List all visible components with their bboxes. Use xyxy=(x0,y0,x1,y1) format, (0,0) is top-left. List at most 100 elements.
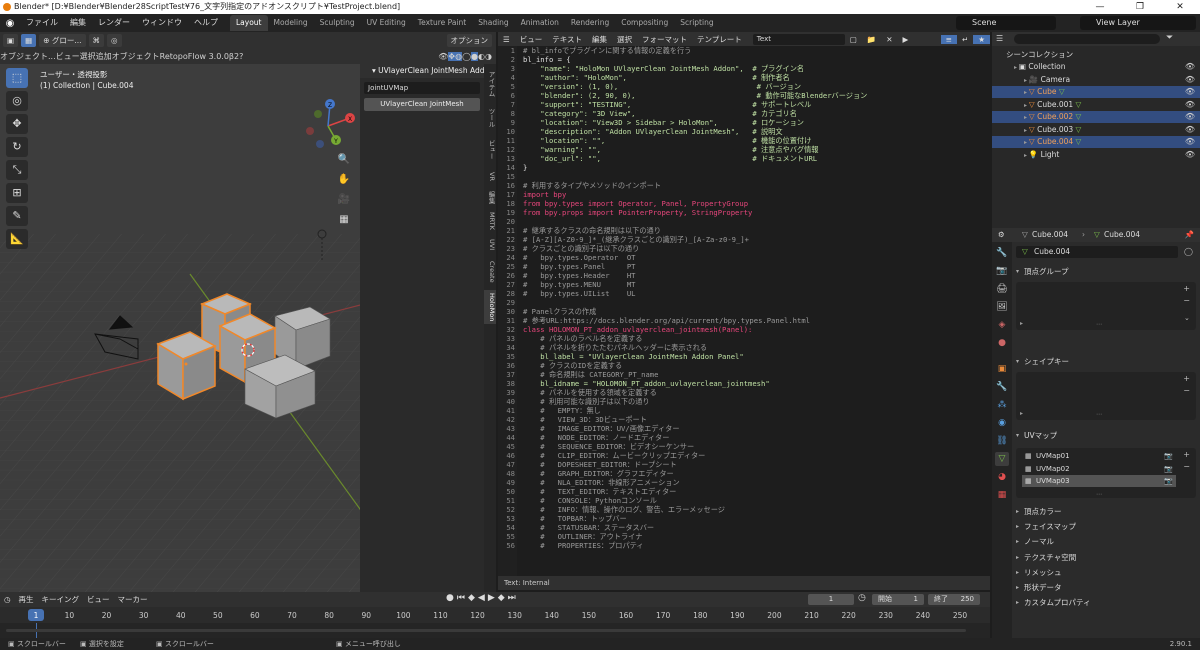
tab-shading[interactable]: Shading xyxy=(472,15,514,31)
tab-rendering[interactable]: Rendering xyxy=(565,15,615,31)
select-box-icon[interactable]: ⬚ xyxy=(6,68,28,88)
code-line[interactable]: # OUTLINER：アウトライナ xyxy=(523,532,983,541)
tab-animation[interactable]: Animation xyxy=(515,15,565,31)
code-line[interactable]: bl_idname = "HOLOMON_PT_addon_uvlayercle… xyxy=(523,379,983,388)
viewport-menu-add[interactable]: 追加 xyxy=(96,51,112,62)
code-line[interactable] xyxy=(523,217,983,226)
retopoflow-button[interactable]: RetopoFlow 3.0.0β2 xyxy=(160,52,239,61)
code-line[interactable]: # 参考URL:https://docs.blender.org/api/cur… xyxy=(523,316,983,325)
zoom-icon[interactable]: 🔍 xyxy=(336,152,352,168)
mode-dropdown[interactable]: オブジェクト... xyxy=(0,51,56,62)
code-line[interactable]: # 利用可能な識別子は以下の通り xyxy=(523,397,983,406)
vertex-group-menu-icon[interactable]: ⌄ xyxy=(1184,314,1190,322)
constraint-properties-icon[interactable]: ⛓ xyxy=(995,434,1009,448)
code-line[interactable]: import bpy xyxy=(523,190,983,199)
code-line[interactable]: # bpy.types.MENU MT xyxy=(523,280,983,289)
shading-solid-icon[interactable]: ● xyxy=(471,51,479,61)
code-line[interactable]: from bpy.props import PointerProperty, S… xyxy=(523,208,983,217)
minimize-button[interactable]: — xyxy=(1080,0,1120,14)
shading-wireframe-icon[interactable]: ◯ xyxy=(462,52,471,61)
scene-selector[interactable]: Scene xyxy=(956,16,1056,30)
timeline-ruler[interactable]: 1 10 20 30 40 50 60 70 80 90 100 110 120 130 140 150 160… xyxy=(0,607,990,623)
visibility-eye-icon[interactable]: 👁 xyxy=(1185,86,1195,98)
timeline-scrollbar[interactable] xyxy=(6,629,966,632)
texture-properties-icon[interactable]: ▦ xyxy=(995,488,1009,502)
list-resize-handle[interactable]: ⋯ xyxy=(1096,411,1102,418)
code-line[interactable]: # TEXT_EDITOR：テキストエディター xyxy=(523,487,983,496)
mesh-data-name-field[interactable]: ▽ Cube.004 xyxy=(1016,246,1178,258)
code-line[interactable]: # CONSOLE：Pythonコンソール xyxy=(523,496,983,505)
code-line[interactable]: "warning": "", # 注意点やバグ情報 xyxy=(523,145,983,154)
code-line[interactable]: # EMPTY：無し xyxy=(523,406,983,415)
code-line[interactable]: # [A-Z][A-Z0-9_]*_(継承クラスごとの識別子)_[A-Za-z0… xyxy=(523,235,983,244)
pan-hand-icon[interactable]: ✋ xyxy=(336,172,352,188)
visibility-eye-icon[interactable]: 👁 xyxy=(1185,136,1195,148)
code-line[interactable]: # DOPESHEET_EDITOR：ドープシート xyxy=(523,460,983,469)
code-line[interactable]: bl_info = { xyxy=(523,55,983,64)
close-button[interactable]: ✕ xyxy=(1160,0,1200,14)
code-line[interactable]: # パネルのラベル名を定義する xyxy=(523,334,983,343)
gizmo-toggle-icon[interactable]: ✥ xyxy=(448,51,456,61)
object-properties-icon[interactable]: ▣ xyxy=(995,362,1009,376)
jump-end-icon[interactable]: ⏭ xyxy=(508,593,519,603)
mesh-data-icon[interactable]: ▽ xyxy=(1056,87,1065,96)
code-line[interactable]: "blender": (2, 90, 0), # 動作可能なBlenderバージ… xyxy=(523,91,983,100)
outliner-row-cube-003[interactable]: ▸ ▽ Cube.003 ▽ 👁 xyxy=(992,124,1200,136)
output-properties-icon[interactable]: 🖨 xyxy=(995,282,1009,296)
sidebar-tab-create[interactable]: Create xyxy=(484,258,496,286)
timeline-menu-playback[interactable]: 再生 xyxy=(15,594,38,605)
next-keyframe-icon[interactable]: ◆ xyxy=(498,593,508,603)
code-line[interactable]: # VIEW_3D：3Dビューポート xyxy=(523,415,983,424)
vertex-group-remove-icon[interactable]: − xyxy=(1183,296,1190,305)
measure-icon[interactable]: 📐 xyxy=(6,229,28,249)
addon-panel-header[interactable]: ▾ UVlayerClean JointMesh Addon xyxy=(360,64,484,78)
section-collapsed[interactable]: ▸ ノーマル xyxy=(1012,534,1200,549)
outliner-row-cube[interactable]: ▸ ▽ Cube ▽ 👁 xyxy=(992,86,1200,98)
visibility-eye-icon[interactable]: 👁 xyxy=(1185,99,1195,111)
blender-menu-icon[interactable]: ◉ xyxy=(0,18,20,29)
tab-scripting[interactable]: Scripting xyxy=(674,15,719,31)
code-line[interactable]: # bl_infoでプラグインに関する情報の定義を行う xyxy=(523,46,983,55)
visibility-eye-icon[interactable]: 👁 xyxy=(1185,61,1195,73)
tab-modeling[interactable]: Modeling xyxy=(268,15,314,31)
menu-render[interactable]: レンダー xyxy=(92,14,136,32)
code-line[interactable] xyxy=(523,172,983,181)
sidebar-tab-edit[interactable]: 編集 xyxy=(484,188,496,206)
outliner-row-camera[interactable]: ▸ 🎥 Camera 👁 xyxy=(992,74,1200,86)
code-line[interactable]: # bpy.types.Header HT xyxy=(523,271,983,280)
grid-view-icon[interactable]: ▦ xyxy=(336,212,352,228)
view-layer-selector[interactable]: View Layer xyxy=(1080,16,1196,30)
transform-icon[interactable]: ⊞ xyxy=(6,183,28,203)
word-wrap-toggle-icon[interactable]: ↵ xyxy=(957,35,973,44)
section-collapsed[interactable]: ▸ フェイスマップ xyxy=(1012,519,1200,534)
text-menu-format[interactable]: フォーマット xyxy=(637,34,692,45)
uv-map-list[interactable]: ▦ UVMap01 📷 ▦ UVMap02 📷 ▦ UVMap03 📷 + − ⋯ xyxy=(1016,448,1196,498)
uv-map-row[interactable]: ▦ UVMap03 📷 xyxy=(1022,475,1176,487)
code-line[interactable]: # パネルを折りたたむパネルヘッダーに表示される xyxy=(523,343,983,352)
outliner-scene-collection[interactable]: シーンコレクション xyxy=(992,49,1200,61)
annotate-icon[interactable]: ✎ xyxy=(6,206,28,226)
sidebar-tab-vr[interactable]: VR xyxy=(484,168,496,184)
play-reverse-icon[interactable]: ◀ xyxy=(478,593,488,603)
tab-uv-editing[interactable]: UV Editing xyxy=(361,15,412,31)
sidebar-tab-item[interactable]: アイテム xyxy=(484,68,496,100)
cube-002-object[interactable] xyxy=(156,331,217,401)
uv-map-add-icon[interactable]: + xyxy=(1183,450,1190,459)
text-menu-text[interactable]: テキスト xyxy=(547,34,587,45)
visibility-eye-icon[interactable]: 👁 xyxy=(1185,111,1195,123)
select-mode-button[interactable]: ▦ xyxy=(21,33,37,47)
code-line[interactable]: # NODE_EDITOR：ノードエディター xyxy=(523,433,983,442)
render-properties-icon[interactable]: 📷 xyxy=(995,264,1009,278)
scale-icon[interactable]: ⤡ xyxy=(6,160,28,180)
options-dropdown[interactable]: オプション xyxy=(446,33,492,47)
visibility-eye-icon[interactable]: 👁 xyxy=(1185,124,1195,136)
prev-keyframe-icon[interactable]: ◆ xyxy=(468,593,478,603)
uvmap-name-input[interactable]: JointUVMap xyxy=(364,82,480,94)
maximize-button[interactable]: ❐ xyxy=(1120,0,1160,14)
code-area[interactable]: # bl_infoでプラグインに関する情報の定義を行う bl_info = { "… xyxy=(523,46,983,550)
timeline-menu-view[interactable]: ビュー xyxy=(83,594,114,605)
line-numbers-toggle-icon[interactable]: ≡ xyxy=(940,34,957,44)
code-line[interactable]: "description": "Addon UVlayerClean Joint… xyxy=(523,127,983,136)
code-line[interactable]: "doc_url": "", # ドキュメントURL xyxy=(523,154,983,163)
close-text-icon[interactable]: ✕ xyxy=(881,35,897,44)
